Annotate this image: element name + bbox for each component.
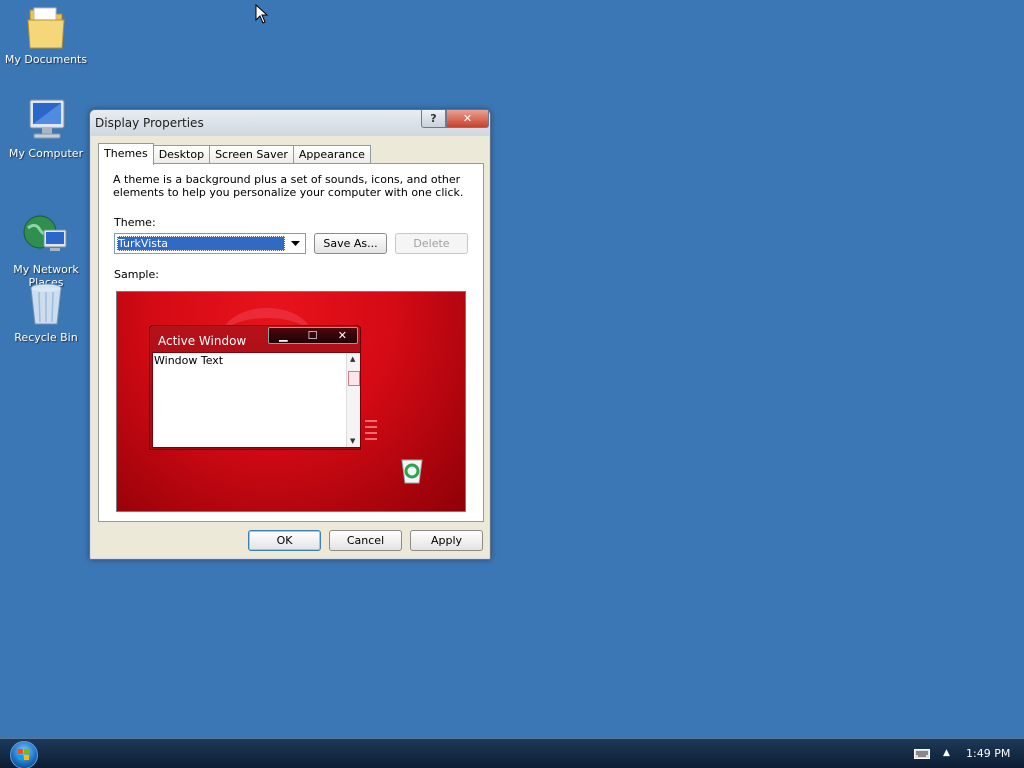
desktop-icon-label: My Documents bbox=[4, 53, 88, 66]
help-button[interactable]: ? bbox=[421, 110, 446, 128]
desktop-icon-label: My Computer bbox=[8, 147, 84, 160]
wallpaper-stripe bbox=[365, 438, 377, 440]
desktop-icon-label: Recycle Bin bbox=[14, 331, 78, 344]
wallpaper-stripe bbox=[365, 420, 377, 422]
folder-icon bbox=[22, 2, 70, 50]
title-bar[interactable]: Display Properties ? ✕ bbox=[90, 110, 490, 136]
theme-label: Theme: bbox=[114, 216, 156, 229]
recycle-bin-icon bbox=[22, 280, 70, 328]
sample-scrollbar: ▲ ▼ bbox=[346, 353, 360, 447]
theme-dropdown-value: TurkVista bbox=[117, 236, 285, 251]
scroll-thumb bbox=[348, 371, 360, 386]
minimize-icon: ▁ bbox=[279, 329, 288, 342]
tab-appearance[interactable]: Appearance bbox=[292, 145, 371, 164]
windows-logo-icon bbox=[18, 749, 29, 760]
wallpaper-stripe bbox=[365, 432, 377, 434]
mouse-cursor-icon bbox=[255, 4, 269, 24]
close-icon: ✕ bbox=[337, 329, 347, 342]
tab-screen-saver[interactable]: Screen Saver bbox=[209, 145, 294, 164]
wallpaper-stripe bbox=[365, 426, 377, 428]
tab-desktop[interactable]: Desktop bbox=[152, 145, 211, 164]
cancel-button[interactable]: Cancel bbox=[329, 530, 402, 551]
theme-description: A theme is a background plus a set of so… bbox=[113, 173, 464, 199]
close-button[interactable]: ✕ bbox=[446, 110, 489, 128]
sample-label: Sample: bbox=[114, 268, 159, 281]
themes-panel: A theme is a background plus a set of so… bbox=[98, 163, 484, 522]
display-properties-window: Display Properties ? ✕ Themes Desktop Sc… bbox=[89, 109, 491, 560]
theme-dropdown[interactable]: TurkVista bbox=[114, 233, 306, 254]
taskbar: ▲ 1:49 PM bbox=[0, 738, 1024, 768]
desktop-icon-my-documents[interactable]: My Documents bbox=[4, 2, 88, 66]
clock[interactable]: 1:49 PM bbox=[966, 747, 1010, 760]
maximize-icon: ☐ bbox=[307, 329, 318, 342]
chevron-down-icon[interactable] bbox=[287, 235, 304, 252]
delete-button[interactable]: Delete bbox=[395, 233, 468, 254]
sample-window-client: Window Text ▲ ▼ bbox=[152, 352, 361, 448]
window-title: Display Properties bbox=[95, 116, 204, 130]
desktop-icon-recycle-bin[interactable]: Recycle Bin bbox=[4, 280, 88, 344]
window-client: Themes Desktop Screen Saver Appearance A… bbox=[91, 136, 489, 558]
theme-sample-preview: Active Window ▁ ☐ ✕ Window Text ▲ ▼ bbox=[116, 291, 466, 512]
tab-strip: Themes Desktop Screen Saver Appearance bbox=[98, 143, 371, 165]
sample-active-window: Active Window ▁ ☐ ✕ Window Text ▲ ▼ bbox=[149, 325, 361, 450]
sample-recycle-bin-icon bbox=[401, 459, 423, 484]
show-hidden-icons-icon[interactable]: ▲ bbox=[943, 748, 950, 758]
sample-window-title: Active Window bbox=[158, 334, 247, 348]
apply-button[interactable]: Apply bbox=[410, 530, 483, 551]
scroll-up-icon: ▲ bbox=[350, 355, 356, 363]
keyboard-icon[interactable] bbox=[914, 749, 930, 759]
save-as-button[interactable]: Save As... bbox=[314, 233, 387, 254]
desktop-icon-my-computer[interactable]: My Computer bbox=[4, 96, 88, 160]
ok-button[interactable]: OK bbox=[248, 530, 321, 551]
sample-window-text: Window Text bbox=[154, 354, 224, 367]
scroll-down-icon: ▼ bbox=[350, 437, 356, 445]
network-icon bbox=[22, 199, 70, 251]
tab-themes[interactable]: Themes bbox=[98, 143, 154, 165]
computer-icon bbox=[22, 96, 70, 144]
sample-window-controls: ▁ ☐ ✕ bbox=[268, 327, 358, 344]
close-icon: ✕ bbox=[462, 112, 473, 125]
start-button[interactable] bbox=[10, 741, 38, 768]
